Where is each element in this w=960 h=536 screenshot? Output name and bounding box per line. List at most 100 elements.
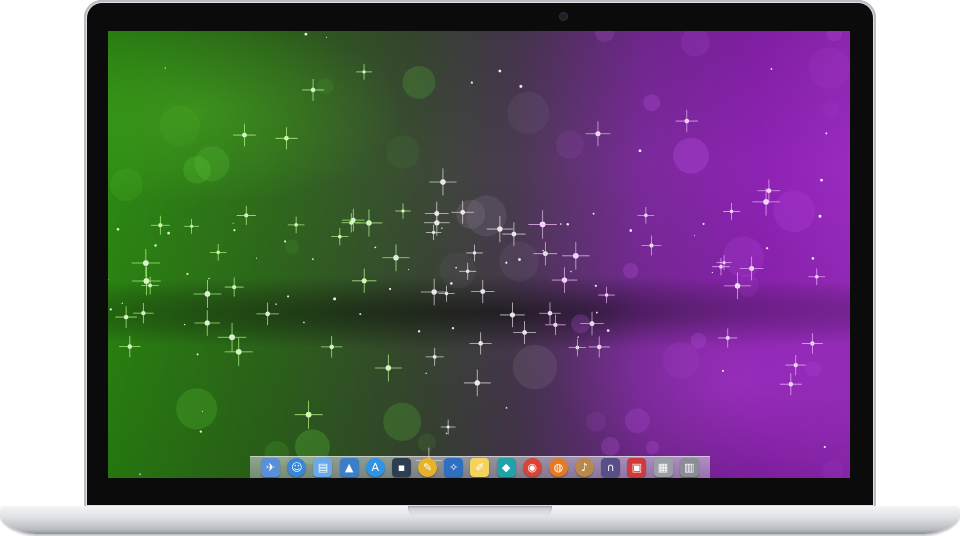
sparkle [119, 335, 141, 358]
sparkle [568, 338, 587, 357]
chrome-icon[interactable]: ◉ [522, 458, 542, 477]
sparkle [570, 270, 572, 273]
finder-icon[interactable]: ☺ [287, 458, 307, 477]
dock: ✈ ☺ ▤ ▲ A ▪ ✎ ✧ ✐ ◆ ◉ ◍ ♪ ∩ ▣ ▦ ▥ [250, 456, 710, 478]
bokeh-light [808, 47, 850, 89]
launchpad-icon[interactable]: ✈ [261, 458, 281, 477]
sparkle [325, 36, 328, 38]
sparkle [770, 68, 773, 70]
sparkle [598, 286, 615, 304]
bokeh-light [183, 156, 211, 184]
sparkle [641, 235, 662, 256]
camera-icon [559, 12, 568, 21]
sparkle [121, 302, 123, 304]
sparkle [438, 285, 455, 302]
sparkle [150, 215, 170, 235]
sparkle [718, 328, 738, 348]
sparkle [505, 261, 508, 264]
firefox-icon[interactable]: ◍ [548, 458, 568, 477]
sparkle [304, 32, 308, 36]
sparkle [566, 222, 570, 226]
xcode-icon[interactable]: ▲ [339, 458, 359, 477]
bokeh-light [723, 236, 764, 278]
bokeh-light [822, 102, 840, 119]
sparkle [236, 205, 256, 226]
sparkle [637, 206, 655, 224]
sparkle [303, 321, 305, 324]
sparkle [629, 229, 633, 232]
sparkle [341, 213, 361, 233]
desktop-screen [108, 31, 850, 478]
bokeh-light [773, 190, 815, 233]
sparkle [374, 354, 402, 382]
bokeh-light [512, 344, 558, 390]
sparkle [224, 337, 253, 366]
sparkle [275, 303, 277, 305]
file-manager-icon[interactable]: ▦ [653, 458, 673, 477]
bokeh-light [594, 31, 615, 42]
sparkle [463, 369, 491, 397]
sparkle [388, 287, 392, 291]
sparkle [352, 268, 377, 293]
device-icon[interactable]: ◆ [496, 458, 516, 477]
trash-icon[interactable]: ▥ [679, 458, 699, 477]
sparkle [594, 284, 597, 287]
sparkle [382, 244, 410, 272]
sparkle [445, 432, 448, 435]
sparkle [108, 279, 109, 281]
sparkle [139, 473, 141, 475]
sparkle [757, 179, 781, 203]
sparkle [333, 297, 337, 301]
bokeh-light [600, 437, 620, 456]
bokeh-light [805, 361, 821, 377]
bokeh-light [643, 94, 661, 112]
sparkle [183, 323, 186, 326]
sparkle [801, 333, 823, 354]
magnet-icon[interactable]: ∩ [601, 458, 621, 477]
sparkle [505, 407, 508, 409]
bokeh-light [402, 65, 436, 99]
sparkle [132, 266, 161, 296]
bokeh-light [499, 241, 539, 282]
preview-icon[interactable]: ▤ [313, 458, 333, 477]
photo-viewer-icon[interactable]: ▣ [627, 458, 647, 477]
laptop-mockup: ✈ ☺ ▤ ▲ A ▪ ✎ ✧ ✐ ◆ ◉ ◍ ♪ ∩ ▣ ▦ ▥ [0, 0, 960, 536]
bokeh-light [109, 168, 143, 202]
sparkle [595, 311, 598, 314]
bokeh-light [159, 105, 201, 147]
sparkle [201, 410, 203, 413]
sparkle [232, 222, 234, 224]
sparkle [539, 302, 561, 325]
bokeh-light [822, 459, 844, 478]
sparkle [577, 336, 579, 338]
sparkle [374, 246, 377, 249]
bokeh-light [680, 31, 710, 57]
sparkle [209, 244, 227, 261]
sparkle [109, 308, 112, 311]
sparkle [424, 201, 449, 226]
sparkle [186, 272, 189, 275]
bokeh-light [176, 388, 218, 430]
sparkle [825, 132, 828, 135]
sparkle [500, 302, 525, 328]
sparkle [702, 222, 705, 225]
bokeh-light [439, 252, 476, 289]
itunes-icon[interactable]: ♪ [575, 458, 595, 477]
sparkle [513, 321, 537, 344]
sparkle [455, 266, 458, 269]
notes-icon[interactable]: ✐ [470, 458, 490, 477]
network-icon[interactable]: ✧ [444, 458, 464, 477]
sparkle [808, 268, 826, 286]
app-store-icon[interactable]: A [365, 458, 385, 477]
sparkle [131, 248, 160, 278]
sparkle [359, 313, 362, 316]
sparkle [425, 224, 442, 241]
sparkle [471, 279, 495, 304]
bokeh-light [417, 433, 436, 452]
sparkle [287, 295, 290, 298]
terminal-icon[interactable]: ▪ [391, 458, 411, 477]
sparkle [542, 249, 544, 252]
bokeh-light [585, 411, 606, 432]
sparkle [420, 278, 448, 306]
sketchbook-icon[interactable]: ✎ [418, 458, 438, 477]
